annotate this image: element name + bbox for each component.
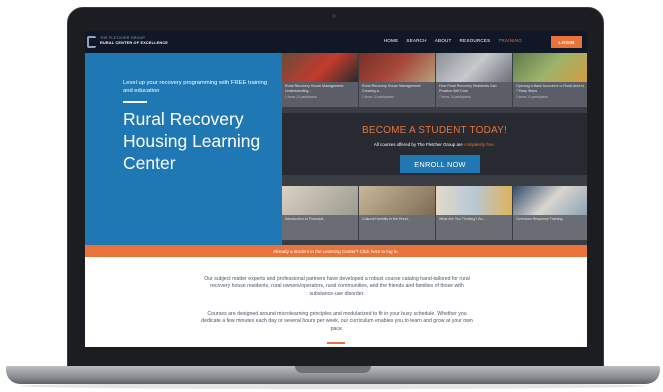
nav-item-home[interactable]: HOME: [384, 38, 399, 43]
course-title: Rural Recovery House Management: Underst…: [285, 84, 345, 93]
intro-paragraph-2: Courses are designed around microlearnin…: [201, 311, 473, 332]
course-tile[interactable]: Opening a Bank Account in a Rural Area i…: [513, 53, 587, 107]
cta-title: BECOME A STUDENT TODAY!: [361, 125, 507, 136]
course-tile[interactable]: Rural Recovery House Management: Creatin…: [359, 53, 435, 107]
course-title: Introduction to Financial...: [285, 217, 327, 221]
nav-item-about[interactable]: ABOUT: [435, 38, 452, 43]
course-title: Opening a Bank Account in a Rural Area i…: [516, 84, 585, 93]
course-tile[interactable]: Rural Recovery House Management: Underst…: [282, 53, 358, 107]
hero-tagline: Level up your recovery programming with …: [123, 80, 268, 94]
course-tile[interactable]: Cultural Humility in the Rural...: [359, 186, 435, 240]
browser-screen: THE FLETCHER GROUP RURAL CENTER OF EXCEL…: [85, 31, 587, 347]
top-nav: THE FLETCHER GROUP RURAL CENTER OF EXCEL…: [85, 31, 587, 53]
course-thumbnail: [513, 186, 587, 215]
course-tile[interactable]: Introduction to Financial...: [282, 186, 358, 240]
course-thumbnail: [436, 186, 512, 215]
webcam-icon: [332, 14, 336, 18]
laptop-notch: [295, 366, 371, 373]
section-divider: [327, 342, 345, 344]
course-title: What Are You Thinking? An...: [439, 217, 486, 221]
nav-item-search[interactable]: SEARCH: [406, 38, 426, 43]
nav-item-resources[interactable]: RESOURCES: [460, 38, 491, 43]
course-tile[interactable]: What Are You Thinking? An...: [436, 186, 512, 240]
laptop-base: [6, 366, 660, 384]
course-title: Overdose Response Training: [516, 217, 563, 221]
laptop-mockup: THE FLETCHER GROUP RURAL CENTER OF EXCEL…: [0, 0, 663, 392]
course-thumbnail: [359, 186, 435, 215]
course-meta: 1 items 10 participants: [516, 95, 548, 99]
course-meta: 1 items 10 participants: [285, 95, 317, 99]
enroll-now-button[interactable]: ENROLL NOW: [400, 155, 480, 173]
course-title: How Rural Recovery Residents Can Practic…: [439, 84, 497, 93]
brand-line2: RURAL CENTER OF EXCELLENCE: [100, 41, 168, 45]
course-meta: 1 items 10 participants: [362, 95, 394, 99]
cta-sub-text: All courses offered by The Fletcher Grou…: [373, 142, 463, 147]
cta-sub-highlight: completely free.: [464, 142, 496, 147]
course-title: Rural Recovery House Management: Creatin…: [362, 84, 422, 93]
hero-title: Rural Recovery Housing Learning Center: [123, 109, 261, 173]
course-thumbnail: [436, 53, 512, 82]
brand[interactable]: THE FLETCHER GROUP RURAL CENTER OF EXCEL…: [100, 36, 168, 46]
cta-subtitle: All courses offered by The Fletcher Grou…: [282, 142, 587, 147]
course-thumbnail: [282, 186, 358, 215]
fletcher-logo-icon[interactable]: [87, 36, 96, 48]
hero-panel: Level up your recovery programming with …: [85, 53, 282, 245]
course-thumbnail: [282, 53, 358, 82]
course-title: Cultural Humility in the Rural...: [362, 217, 411, 221]
nav-item-training[interactable]: TRAINING: [498, 38, 522, 43]
course-tile[interactable]: How Rural Recovery Residents Can Practic…: [436, 53, 512, 107]
login-button[interactable]: LOGIN: [551, 36, 582, 48]
course-thumbnail: [359, 53, 435, 82]
course-thumbnail: [513, 53, 587, 82]
intro-paragraph-1: Our subject matter experts and professio…: [204, 276, 470, 297]
hero-divider: [123, 101, 147, 103]
course-meta: 7 items 10 participants: [439, 95, 471, 99]
course-mosaic: Rural Recovery House Management: Underst…: [282, 53, 587, 245]
nav-menu: HOME SEARCH ABOUT RESOURCES TRAINING: [384, 38, 522, 43]
login-banner-link[interactable]: Already a student in the Learning Center…: [85, 245, 587, 257]
course-tile[interactable]: Overdose Response Training: [513, 186, 587, 240]
